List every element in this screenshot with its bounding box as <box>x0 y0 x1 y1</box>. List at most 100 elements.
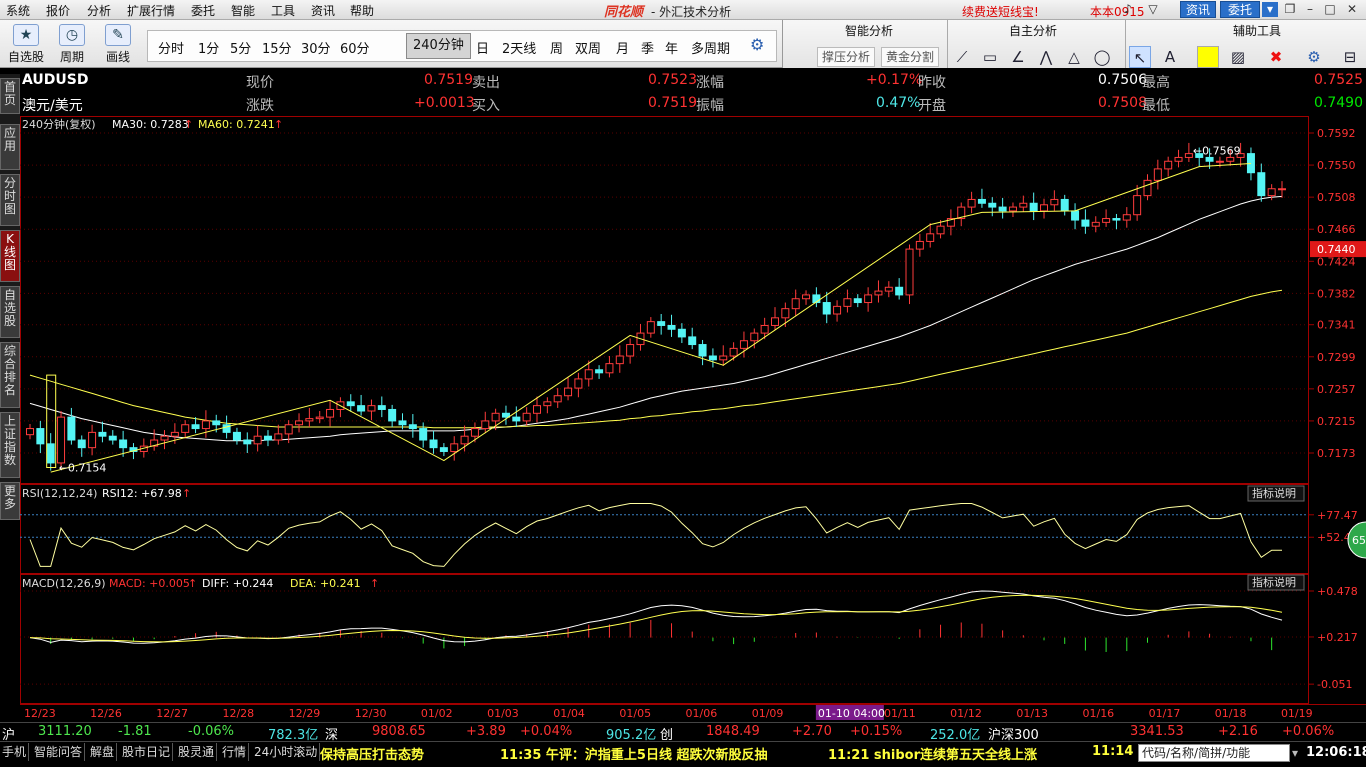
period-1min[interactable]: 1分 <box>198 38 219 57</box>
tab-market-commentary[interactable]: 解盘 <box>88 743 118 761</box>
triangle-tool-icon[interactable]: △ <box>1063 46 1085 68</box>
color-picker[interactable] <box>1197 46 1219 68</box>
draw-line-button[interactable]: ✎ 画线 <box>98 24 138 66</box>
delete-tool-icon[interactable]: ✖ <box>1265 46 1287 68</box>
promo-link[interactable]: 续费送短线宝! <box>962 3 1039 20</box>
period-day[interactable]: 日 <box>476 38 489 57</box>
macd-title: MACD(12,26,9) <box>22 577 106 590</box>
text-tool-icon[interactable]: A <box>1159 46 1181 68</box>
date-label: 01/05 <box>619 707 651 720</box>
candle-body <box>719 355 728 361</box>
candle-body <box>1257 172 1266 197</box>
trade-button[interactable]: 委托 <box>1220 1 1260 18</box>
search-input[interactable]: 代码/名称/简拼/功能 <box>1138 744 1290 762</box>
news-button[interactable]: 资讯 <box>1180 1 1216 18</box>
candle-body <box>26 428 34 436</box>
candle-body <box>274 433 283 441</box>
line-tool-icon[interactable]: ⟋ <box>951 46 973 68</box>
candle-body <box>791 298 800 310</box>
period-60min[interactable]: 60分 <box>340 38 370 57</box>
macd-indicator: +0.478 +0.217 -0.051 <box>20 585 1358 691</box>
tab-stock-diary[interactable]: 股市日记 <box>120 743 174 761</box>
menu-system[interactable]: 系统 <box>6 2 30 19</box>
bell-icon[interactable]: ♪ <box>1120 2 1136 17</box>
date-label: 01/02 <box>421 707 453 720</box>
period-timeshare[interactable]: 分时 <box>158 38 184 57</box>
date-label: 12/30 <box>355 707 387 720</box>
candle-body <box>326 408 335 418</box>
period-biweek[interactable]: 双周 <box>575 38 601 57</box>
period-year[interactable]: 年 <box>665 38 678 57</box>
period-15min[interactable]: 15分 <box>262 38 292 57</box>
maximize-icon[interactable]: □ <box>1322 2 1338 17</box>
close-icon[interactable]: ✕ <box>1344 2 1360 17</box>
news-item-3[interactable]: 11:21 shibor连续第五天全线上涨 <box>828 744 1037 763</box>
support-resistance-button[interactable]: 撑压分析 <box>817 47 876 67</box>
tab-mobile[interactable]: 手机 <box>0 743 30 761</box>
menu-extended-quotes[interactable]: 扩展行情 <box>127 2 175 19</box>
golden-section-button[interactable]: 黄金分割 <box>881 47 940 67</box>
market-index-value: +0.06% <box>1282 724 1335 739</box>
watchlist-button[interactable]: ★ 自选股 <box>6 24 46 66</box>
period-240min[interactable]: 240分钟 <box>406 33 471 59</box>
candle-body <box>553 395 562 403</box>
menu-tools[interactable]: 工具 <box>271 2 295 19</box>
side-tab-apps[interactable]: 应用 <box>0 124 20 170</box>
wave-tool-icon[interactable]: ⋀ <box>1035 46 1057 68</box>
candle-body <box>574 378 583 389</box>
news-item-1[interactable]: 保持高压打击态势 <box>320 744 424 763</box>
rectangle-tool-icon[interactable]: ▭ <box>979 46 1001 68</box>
eraser-tool-icon[interactable]: ▨ <box>1227 46 1249 68</box>
angle-tool-icon[interactable]: ∠ <box>1007 46 1029 68</box>
side-tab-more[interactable]: 更多 <box>0 482 20 520</box>
settings-gear-icon[interactable]: ⚙ <box>1303 46 1325 68</box>
chevron-down-icon[interactable]: ▾ <box>1292 746 1298 760</box>
candle-body <box>408 424 417 430</box>
period-quarter[interactable]: 季 <box>641 38 654 57</box>
side-tab-home[interactable]: 首页 <box>0 78 20 114</box>
expand-icon[interactable]: ⊟ <box>1339 46 1361 68</box>
chevron-down-icon[interactable]: ▾ <box>1262 2 1278 17</box>
side-tab-watchlist[interactable]: 自选股 <box>0 286 20 338</box>
candle-body <box>1205 156 1214 162</box>
menu-news[interactable]: 资讯 <box>311 2 335 19</box>
menu-trade[interactable]: 委托 <box>191 2 215 19</box>
side-tab-timeshare[interactable]: 分时图 <box>0 174 20 226</box>
candle-body <box>88 431 97 449</box>
kline-chart[interactable]: 0.7592 0.7550 0.7508 0.7466 0.7424 0.7382 0.73… <box>20 116 1366 720</box>
news-item-4[interactable]: 11:14 <box>1092 744 1133 759</box>
ma30-label: MA30: 0.7283 <box>112 118 189 131</box>
period-30min[interactable]: 30分 <box>301 38 331 57</box>
menu-quote[interactable]: 报价 <box>46 2 70 19</box>
period-5min[interactable]: 5分 <box>230 38 251 57</box>
gear-icon[interactable]: ⚙ <box>750 35 764 54</box>
tab-quotes[interactable]: 行情 <box>220 743 250 761</box>
date-label: 12/27 <box>156 707 188 720</box>
menu-analysis[interactable]: 分析 <box>87 2 111 19</box>
candle-body <box>1102 218 1111 223</box>
tab-stock-assistant[interactable]: 股灵通 <box>176 743 218 761</box>
period-week[interactable]: 周 <box>550 38 563 57</box>
side-tab-shanghai-index[interactable]: 上证指数 <box>0 412 20 478</box>
diff-line <box>29 590 1283 644</box>
menu-smart[interactable]: 智能 <box>231 2 255 19</box>
tab-24h-news[interactable]: 24小时滚动 <box>252 743 321 761</box>
candle-body <box>1081 219 1090 227</box>
period-month[interactable]: 月 <box>616 38 629 57</box>
restore-icon[interactable]: ❐ <box>1282 2 1298 17</box>
menu-help[interactable]: 帮助 <box>350 2 374 19</box>
shirt-icon[interactable]: ▽ <box>1145 2 1161 17</box>
period-2day[interactable]: 2天线 <box>502 38 536 57</box>
minimize-icon[interactable]: – <box>1302 2 1318 17</box>
label-change: 涨跌 <box>246 98 274 114</box>
side-tab-kline[interactable]: K线图 <box>0 230 20 282</box>
period-multi[interactable]: 多周期 <box>691 38 730 57</box>
tab-smart-qa[interactable]: 智能问答 <box>32 743 86 761</box>
period-button[interactable]: ◷ 周期 <box>52 24 92 66</box>
cursor-tool-icon[interactable]: ↖ <box>1129 46 1151 68</box>
news-item-2[interactable]: 11:35 午评：沪指重上5日线 超跌次新股反抽 <box>500 744 767 763</box>
side-tab-bar: 首页 应用 分时图 K线图 自选股 综合排名 上证指数 更多 <box>0 74 20 520</box>
ellipse-tool-icon[interactable]: ◯ <box>1091 46 1113 68</box>
side-tab-ranking[interactable]: 综合排名 <box>0 342 20 408</box>
date-label: 01/13 <box>1016 707 1048 720</box>
